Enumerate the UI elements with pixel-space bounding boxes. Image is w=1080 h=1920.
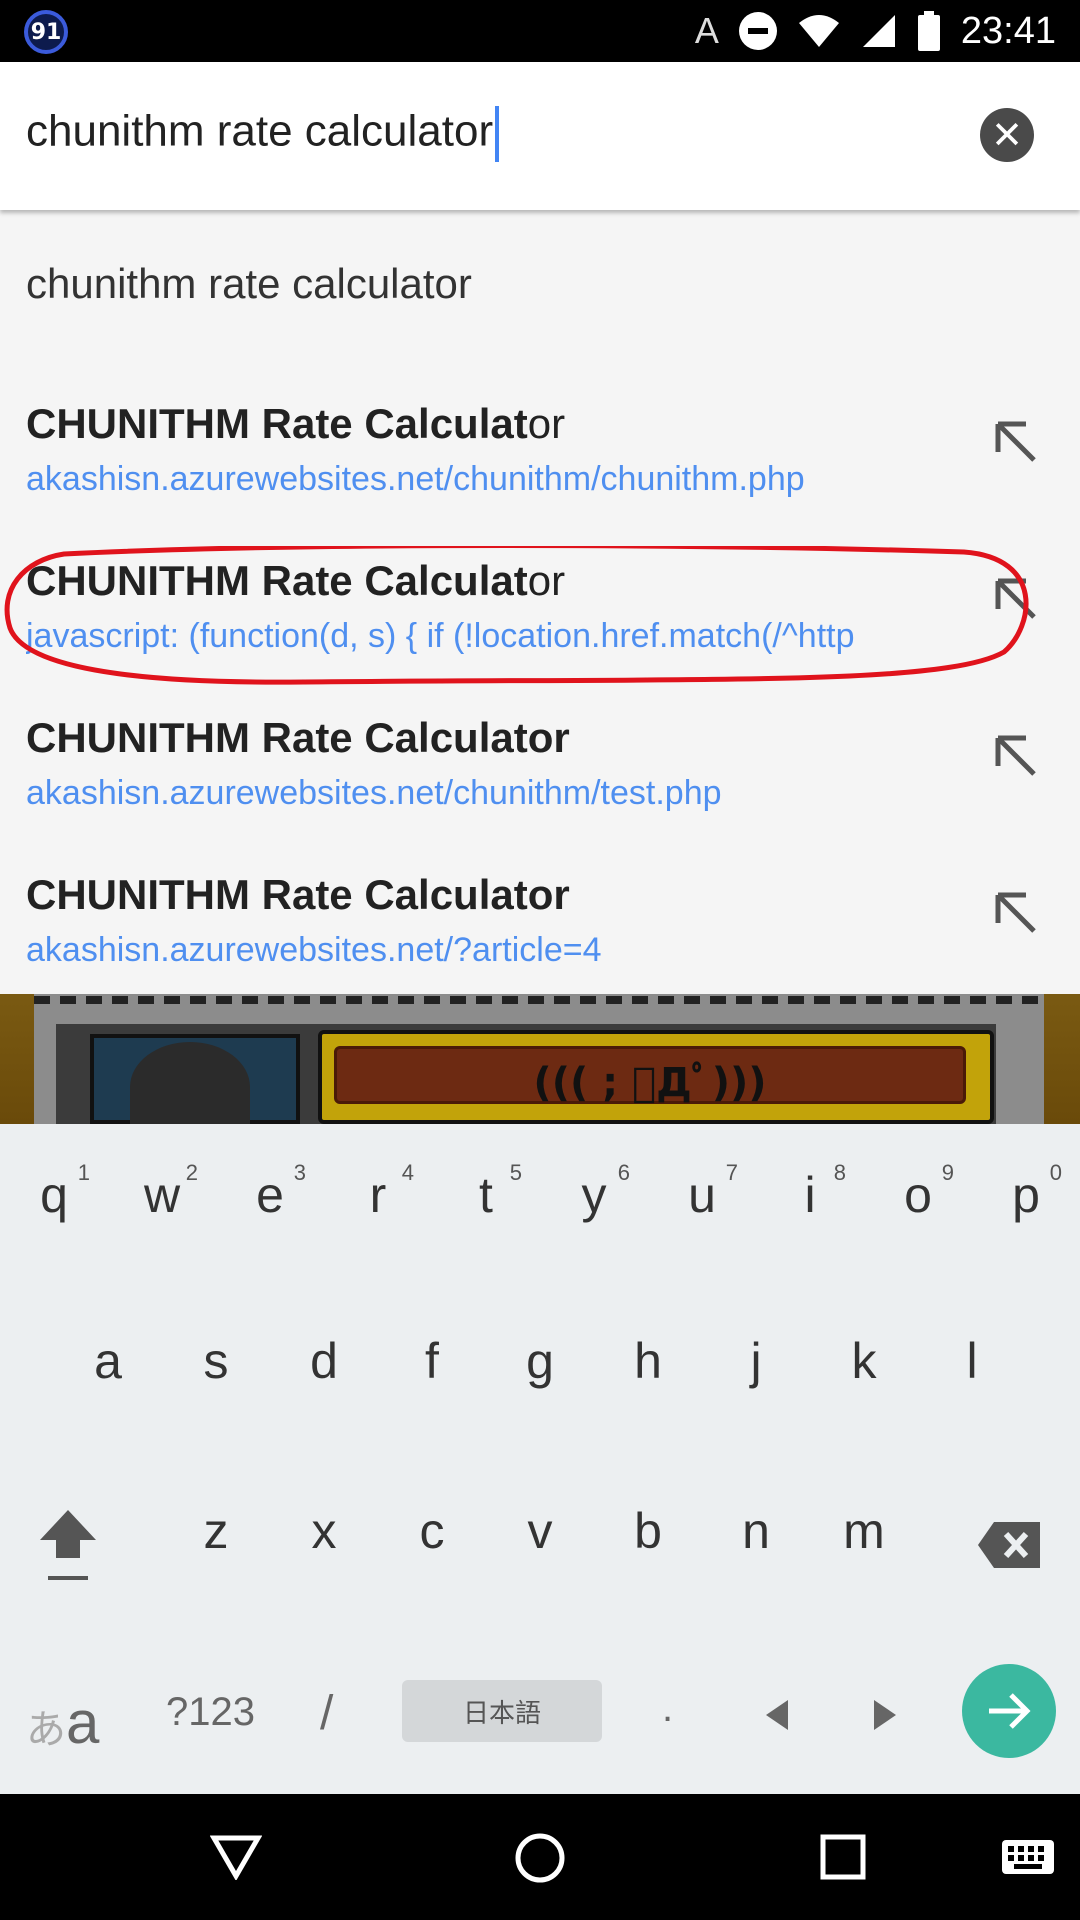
- key-o[interactable]: o9: [864, 1124, 972, 1274]
- suggestion-item[interactable]: CHUNITHM Rate Calculator javascript: (fu…: [0, 551, 1080, 691]
- slash-key[interactable]: /: [320, 1686, 333, 1741]
- notification-badge: 91: [24, 10, 68, 54]
- key-n[interactable]: n: [702, 1460, 810, 1610]
- symbols-key[interactable]: ?123: [166, 1690, 255, 1735]
- keyboard-icon[interactable]: [1000, 1838, 1056, 1876]
- language-key[interactable]: 日本語: [402, 1680, 602, 1742]
- cursor-left-icon[interactable]: [762, 1698, 792, 1732]
- key-c[interactable]: c: [378, 1460, 486, 1610]
- suggestion-title: CHUNITHM Rate Calculator: [26, 871, 570, 918]
- cursor-right-icon[interactable]: [870, 1698, 900, 1732]
- key-x[interactable]: x: [270, 1460, 378, 1610]
- key-w[interactable]: w2: [108, 1124, 216, 1274]
- key-d[interactable]: d: [270, 1290, 378, 1440]
- kana-toggle-key[interactable]: あa: [26, 1688, 99, 1757]
- suggestion-url: akashisn.azurewebsites.net/chunithm/test…: [26, 774, 722, 812]
- input-indicator: A: [694, 10, 719, 51]
- do-not-disturb-icon: [738, 12, 777, 50]
- suggestion-url: akashisn.azurewebsites.net/?article=4: [26, 931, 602, 969]
- refine-arrow-icon[interactable]: [988, 414, 1044, 470]
- search-query: chunithm rate calculator: [26, 106, 494, 156]
- key-j[interactable]: j: [702, 1290, 810, 1440]
- key-a[interactable]: a: [54, 1290, 162, 1440]
- key-m[interactable]: m: [810, 1460, 918, 1610]
- key-e[interactable]: e3: [216, 1124, 324, 1274]
- key-g[interactable]: g: [486, 1290, 594, 1440]
- key-q[interactable]: q1: [0, 1124, 108, 1274]
- game-frame-border: [34, 996, 1044, 1004]
- enter-button[interactable]: [962, 1664, 1056, 1758]
- suggestion-title: CHUNITHM Rate Calculator: [26, 714, 570, 761]
- suggestion-list: chunithm rate calculator CHUNITHM Rate C…: [0, 210, 1080, 994]
- key-h[interactable]: h: [594, 1290, 702, 1440]
- key-t[interactable]: t5: [432, 1124, 540, 1274]
- character-hair: [130, 1042, 250, 1124]
- key-f[interactable]: f: [378, 1290, 486, 1440]
- suggestion-query[interactable]: chunithm rate calculator: [26, 260, 472, 308]
- cell-signal-icon: [862, 15, 895, 47]
- key-k[interactable]: k: [810, 1290, 918, 1440]
- refine-arrow-icon[interactable]: [988, 728, 1044, 784]
- close-icon: ✕: [991, 113, 1023, 157]
- key-i[interactable]: i8: [756, 1124, 864, 1274]
- text-cursor: [495, 106, 500, 162]
- suggestion-title: CHUNITHM Rate Calculator: [26, 400, 566, 447]
- key-p[interactable]: p0: [972, 1124, 1080, 1274]
- search-bar: chunithm rate calculator ✕: [0, 62, 1080, 210]
- suggestion-item[interactable]: CHUNITHM Rate Calculator akashisn.azurew…: [0, 865, 1080, 1005]
- key-y[interactable]: y6: [540, 1124, 648, 1274]
- clock: 23:41: [960, 9, 1056, 52]
- home-icon[interactable]: [514, 1832, 566, 1884]
- recents-icon[interactable]: [820, 1834, 866, 1880]
- search-input[interactable]: chunithm rate calculator: [26, 106, 500, 162]
- player-name: ((( ; ﾟДﾟ))): [533, 1060, 767, 1106]
- battery-icon: [917, 11, 940, 51]
- suggestion-title: CHUNITHM Rate Calculator: [26, 557, 566, 604]
- background-page-image: ((( ; ﾟДﾟ))): [0, 994, 1080, 1124]
- status-bar: 91 A 23:41: [0, 0, 1080, 62]
- suggestion-item[interactable]: CHUNITHM Rate Calculator akashisn.azurew…: [0, 394, 1080, 534]
- back-icon[interactable]: [210, 1834, 262, 1880]
- clear-search-button[interactable]: ✕: [980, 108, 1034, 162]
- shift-icon[interactable]: [36, 1506, 100, 1586]
- key-z[interactable]: z: [162, 1460, 270, 1610]
- period-key[interactable]: .: [662, 1686, 673, 1731]
- arrow-right-icon: [989, 1693, 1031, 1729]
- key-b[interactable]: b: [594, 1460, 702, 1610]
- suggestion-item[interactable]: CHUNITHM Rate Calculator akashisn.azurew…: [0, 708, 1080, 848]
- key-u[interactable]: u7: [648, 1124, 756, 1274]
- status-icons: A 23:41: [695, 0, 1056, 62]
- refine-arrow-icon[interactable]: [988, 571, 1044, 627]
- key-r[interactable]: r4: [324, 1124, 432, 1274]
- backspace-icon[interactable]: [976, 1520, 1042, 1570]
- suggestion-url: akashisn.azurewebsites.net/chunithm/chun…: [26, 460, 805, 498]
- suggestion-url: javascript: (function(d, s) { if (!locat…: [26, 617, 855, 655]
- refine-arrow-icon[interactable]: [988, 885, 1044, 941]
- key-v[interactable]: v: [486, 1460, 594, 1610]
- navigation-bar: [0, 1794, 1080, 1920]
- soft-keyboard: q1 w2 e3 r4 t5 y6 u7 i8 o9 p0 a s d f g …: [0, 1124, 1080, 1794]
- key-s[interactable]: s: [162, 1290, 270, 1440]
- wifi-icon: [798, 15, 839, 47]
- key-l[interactable]: l: [918, 1290, 1026, 1440]
